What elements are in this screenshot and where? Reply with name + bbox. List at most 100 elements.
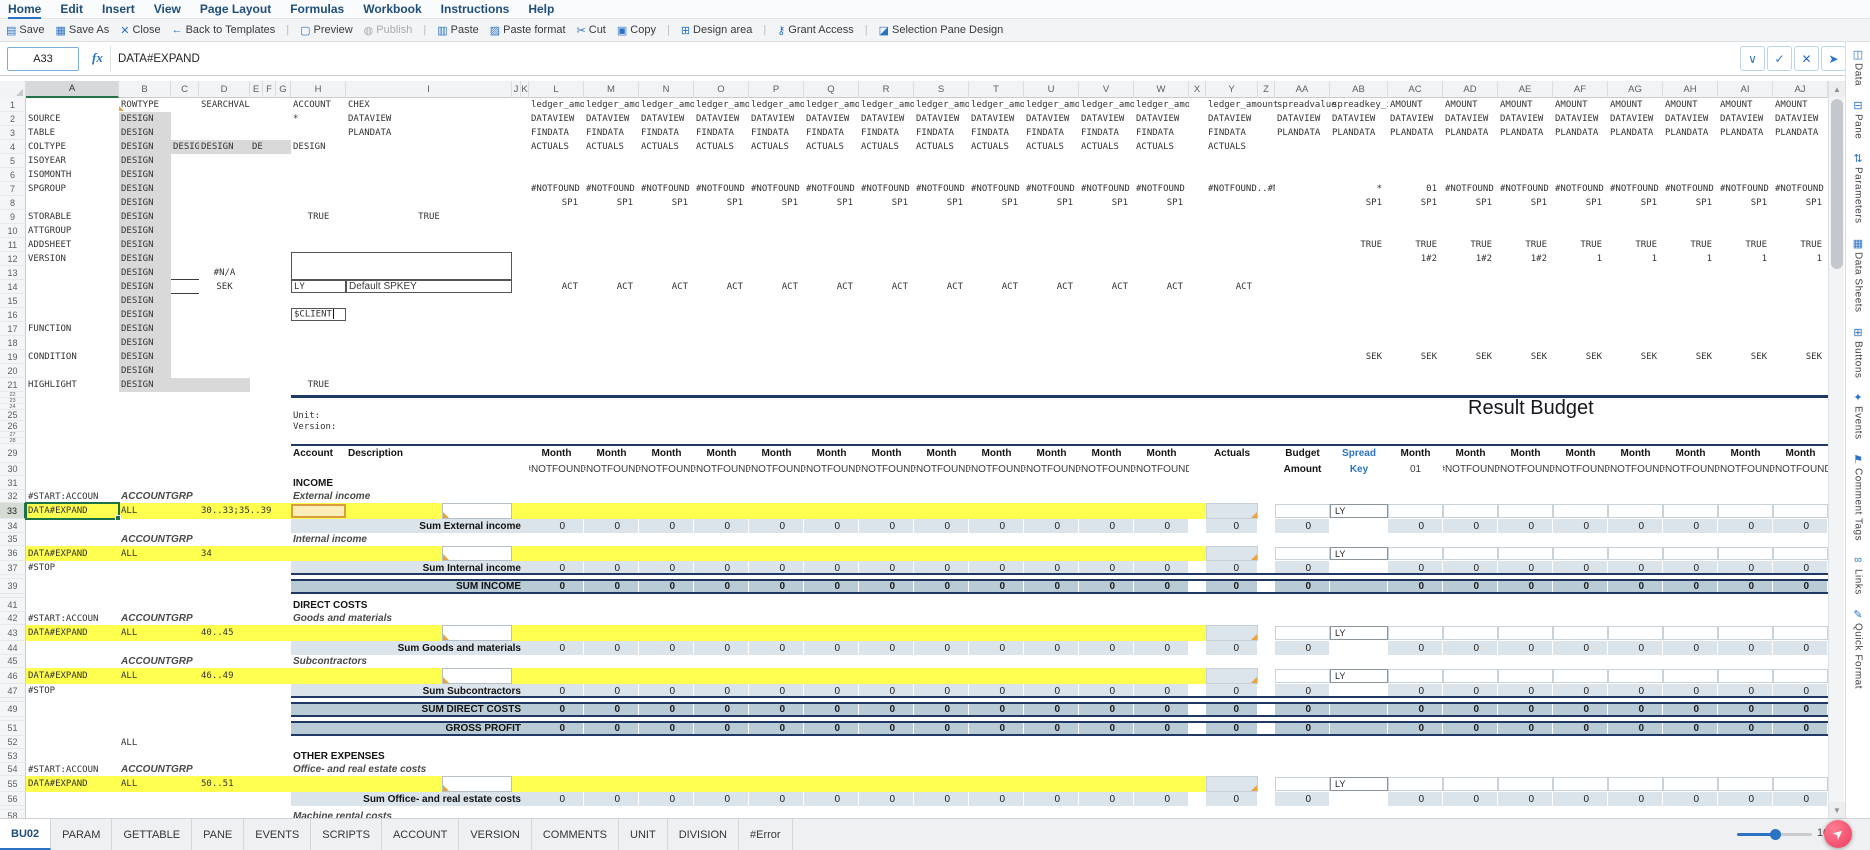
cell-U2[interactable]: DATAVIEW: [1024, 112, 1079, 126]
cell-L3[interactable]: FINDATA: [529, 126, 584, 140]
cell-AG34[interactable]: 0: [1608, 519, 1663, 533]
cell-I9[interactable]: TRUE: [346, 210, 512, 224]
column-header-A[interactable]: A: [26, 81, 119, 98]
row-header-52[interactable]: 52: [0, 736, 26, 749]
cell-B7[interactable]: DESIGN: [119, 182, 171, 196]
cell-AH19[interactable]: SEK: [1663, 350, 1718, 364]
cell-M7[interactable]: #NOTFOUND: [584, 182, 639, 196]
cell-AD7[interactable]: #NOTFOUND: [1443, 182, 1498, 196]
cell-H45[interactable]: Subcontractors: [291, 655, 512, 668]
cell-AD47[interactable]: 0: [1443, 684, 1498, 698]
cell-B10[interactable]: DESIGN: [119, 224, 171, 238]
row-header-17[interactable]: 17: [0, 322, 26, 336]
cell-AI39[interactable]: 0: [1718, 579, 1773, 594]
cell-W4[interactable]: ACTUALS: [1134, 140, 1189, 154]
cell-V4[interactable]: ACTUALS: [1079, 140, 1134, 154]
cell-AC12[interactable]: 1#2: [1388, 252, 1443, 266]
cell-V2[interactable]: DATAVIEW: [1079, 112, 1134, 126]
name-box[interactable]: A33: [7, 47, 79, 71]
cell-H41[interactable]: DIRECT COSTS: [291, 598, 512, 612]
scrollbar-thumb[interactable]: [1831, 99, 1843, 269]
cell-S56[interactable]: 0: [914, 792, 969, 806]
cell-M44[interactable]: 0: [584, 641, 639, 655]
cell-V56[interactable]: 0: [1079, 792, 1134, 806]
cell-AC2[interactable]: DATAVIEW: [1388, 112, 1443, 126]
cell-U3[interactable]: FINDATA: [1024, 126, 1079, 140]
cell-B9[interactable]: DESIGN: [119, 210, 171, 224]
row-header-37[interactable]: 37: [0, 561, 26, 575]
cell-AA47[interactable]: 0: [1275, 684, 1330, 698]
cell-N8[interactable]: SP1: [639, 196, 694, 210]
row-header-10[interactable]: 10: [0, 224, 26, 238]
cell-AF33[interactable]: [1553, 504, 1608, 518]
cell-Q4[interactable]: ACTUALS: [804, 140, 859, 154]
cell-AE39[interactable]: 0: [1498, 579, 1553, 594]
cell-AG11[interactable]: TRUE: [1608, 238, 1663, 252]
column-header-B[interactable]: B: [119, 81, 171, 98]
column-header-G[interactable]: G: [276, 81, 291, 98]
cell-AF12[interactable]: 1: [1553, 252, 1608, 266]
cell-AI55[interactable]: [1718, 777, 1773, 791]
cell-AG3[interactable]: PLANDATA: [1608, 126, 1663, 140]
cell-L37[interactable]: 0: [529, 561, 584, 575]
cell-B46[interactable]: ALL: [119, 668, 171, 684]
cell-E4[interactable]: DE: [250, 140, 291, 154]
column-header-O[interactable]: O: [694, 81, 749, 98]
cell-AE51[interactable]: 0: [1498, 721, 1553, 736]
cell-H21[interactable]: TRUE: [291, 378, 346, 392]
cell-AJ11[interactable]: TRUE: [1773, 238, 1828, 252]
cell-T49[interactable]: 0: [969, 702, 1024, 717]
cell-V1[interactable]: ledger_amount: [1079, 98, 1134, 112]
cell-AF8[interactable]: SP1: [1553, 196, 1608, 210]
cell-AD46[interactable]: [1443, 669, 1498, 683]
column-header-AI[interactable]: AI: [1718, 81, 1773, 98]
cell-S14[interactable]: ACT: [914, 280, 969, 294]
row-header-12[interactable]: 12: [0, 252, 26, 266]
cell-AE30[interactable]: #NOTFOUND: [1498, 463, 1553, 476]
cell-H1[interactable]: ACCOUNT: [291, 98, 346, 112]
sheet-tab-#error[interactable]: #Error: [739, 819, 793, 850]
cell-V49[interactable]: 0: [1079, 702, 1134, 717]
toolbar-copy-button[interactable]: ▣ Copy: [617, 24, 656, 37]
cell-AB1[interactable]: spreadkey_i: [1330, 98, 1388, 112]
cell-AB55[interactable]: LY: [1330, 777, 1388, 791]
cell-AE49[interactable]: 0: [1498, 702, 1553, 717]
cell-AI47[interactable]: 0: [1718, 684, 1773, 698]
cell-N30[interactable]: #NOTFOUND: [639, 463, 694, 476]
cell-I43[interactable]: [346, 625, 512, 641]
cell-AC37[interactable]: 0: [1388, 561, 1443, 575]
cell-AB33[interactable]: LY: [1330, 504, 1388, 518]
cell-AB7[interactable]: *: [1330, 182, 1388, 196]
cell-Q47[interactable]: 0: [804, 684, 859, 698]
cell-W37[interactable]: 0: [1134, 561, 1189, 575]
cell-AA30[interactable]: Amount: [1275, 463, 1330, 476]
row-header-3[interactable]: 3: [0, 126, 26, 140]
toolbar-close-button[interactable]: ✕ Close: [120, 24, 160, 37]
cell-S4[interactable]: ACTUALS: [914, 140, 969, 154]
row-header-25[interactable]: 25: [0, 410, 26, 421]
cell-U7[interactable]: #NOTFOUND: [1024, 182, 1079, 196]
cell-B45[interactable]: ACCOUNTGRP: [119, 655, 250, 668]
cell-B6[interactable]: DESIGN: [119, 168, 171, 182]
cell-AE46[interactable]: [1498, 669, 1553, 683]
cell-M49[interactable]: 0: [584, 702, 639, 717]
cell-AI36[interactable]: [1718, 547, 1773, 560]
cell-M47[interactable]: 0: [584, 684, 639, 698]
cell-A37[interactable]: #STOP: [26, 561, 119, 575]
cell-A42[interactable]: #START:ACCOUN: [26, 612, 119, 625]
cell-H53[interactable]: OTHER EXPENSES: [291, 749, 512, 763]
cell-AB36[interactable]: LY: [1330, 547, 1388, 560]
row-header-30[interactable]: 30: [0, 463, 26, 476]
cell-V3[interactable]: FINDATA: [1079, 126, 1134, 140]
cell-AG36[interactable]: [1608, 547, 1663, 560]
chevron-down-icon[interactable]: ∨: [1740, 46, 1765, 71]
column-header-U[interactable]: U: [1024, 81, 1079, 98]
cell-P4[interactable]: ACTUALS: [749, 140, 804, 154]
cell-N14[interactable]: ACT: [639, 280, 694, 294]
row-header-49[interactable]: 49: [0, 702, 26, 717]
cell-B15[interactable]: DESIGN: [119, 294, 171, 308]
cell-V7[interactable]: #NOTFOUND: [1079, 182, 1134, 196]
cell-T1[interactable]: ledger_amount: [969, 98, 1024, 112]
cell-AB43[interactable]: LY: [1330, 626, 1388, 640]
cell-H25[interactable]: Unit:: [291, 410, 512, 421]
